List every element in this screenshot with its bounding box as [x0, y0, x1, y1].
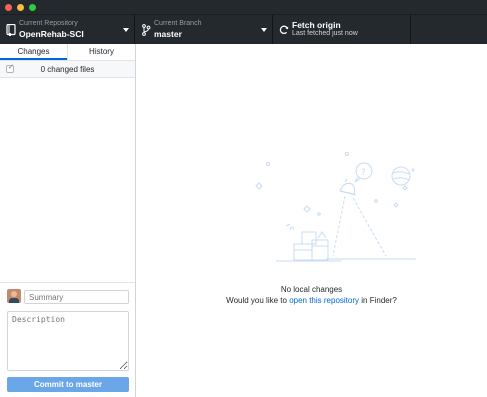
summary-input[interactable] — [24, 290, 129, 304]
open-repository-link[interactable]: open this repository — [289, 296, 359, 305]
commit-button[interactable]: Commit to master — [7, 377, 129, 392]
svg-text:?: ? — [361, 168, 366, 178]
current-branch-dropdown[interactable]: Current Branch master — [135, 15, 273, 45]
commit-message-area: Commit to master — [0, 282, 135, 397]
chevron-down-icon — [261, 28, 267, 32]
window-title-bar — [0, 0, 487, 14]
current-branch-label: Current Branch — [154, 20, 202, 27]
branch-icon — [142, 24, 151, 36]
close-window-button[interactable] — [5, 4, 12, 11]
avatar — [7, 289, 21, 303]
changed-files-header: ✓ 0 changed files — [0, 61, 135, 78]
chevron-down-icon — [123, 28, 129, 32]
empty-state-title: No local changes — [280, 285, 343, 294]
toolbar: Current Repository OpenRehab-SCI Current… — [0, 14, 487, 45]
tab-bar: Changes History — [0, 44, 135, 61]
empty-state-illustration: ? — [255, 152, 416, 262]
current-repository-name: OpenRehab-SCI — [19, 29, 84, 39]
changed-files-count: 0 changed files — [40, 65, 95, 74]
empty-state-message: Would you like to open this repository i… — [136, 296, 487, 305]
description-field[interactable] — [7, 311, 129, 371]
sync-icon — [279, 25, 289, 35]
current-repository-label: Current Repository — [19, 20, 78, 27]
tab-history[interactable]: History — [67, 44, 135, 60]
current-repository-dropdown[interactable]: Current Repository OpenRehab-SCI — [0, 15, 135, 45]
zoom-window-button[interactable] — [29, 4, 36, 11]
last-fetched-text: Last fetched just now — [292, 30, 358, 37]
empty-state-prefix: Would you like to — [226, 296, 287, 305]
main-content: ? No local changes Would you like to ope… — [136, 44, 487, 397]
fetch-origin-title: Fetch origin — [292, 20, 341, 30]
empty-state-suffix: in Finder? — [361, 296, 397, 305]
minimize-window-button[interactable] — [17, 4, 24, 11]
current-branch-name: master — [154, 29, 182, 39]
tab-changes[interactable]: Changes — [0, 44, 67, 60]
fetch-origin-button[interactable]: Fetch origin Last fetched just now — [273, 15, 411, 45]
sidebar: Changes History ✓ 0 changed files Commit… — [0, 44, 136, 397]
repo-icon — [6, 24, 16, 36]
